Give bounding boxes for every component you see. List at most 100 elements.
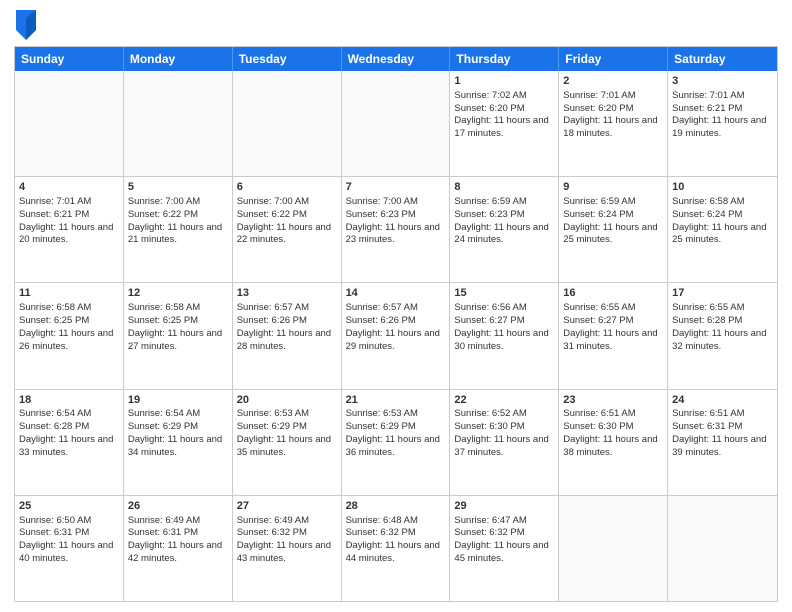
calendar-cell: [233, 71, 342, 176]
calendar-cell: 16Sunrise: 6:55 AM Sunset: 6:27 PM Dayli…: [559, 283, 668, 388]
calendar-cell: 1Sunrise: 7:02 AM Sunset: 6:20 PM Daylig…: [450, 71, 559, 176]
calendar: SundayMondayTuesdayWednesdayThursdayFrid…: [14, 46, 778, 602]
day-number: 12: [128, 286, 228, 301]
calendar-cell: 9Sunrise: 6:59 AM Sunset: 6:24 PM Daylig…: [559, 177, 668, 282]
calendar-cell: 4Sunrise: 7:01 AM Sunset: 6:21 PM Daylig…: [15, 177, 124, 282]
day-header-sunday: Sunday: [15, 47, 124, 71]
day-number: 6: [237, 180, 337, 195]
calendar-cell: 20Sunrise: 6:53 AM Sunset: 6:29 PM Dayli…: [233, 390, 342, 495]
day-info: Sunrise: 6:57 AM Sunset: 6:26 PM Dayligh…: [237, 302, 334, 351]
calendar-cell: 24Sunrise: 6:51 AM Sunset: 6:31 PM Dayli…: [668, 390, 777, 495]
calendar-cell: 27Sunrise: 6:49 AM Sunset: 6:32 PM Dayli…: [233, 496, 342, 601]
day-number: 15: [454, 286, 554, 301]
day-info: Sunrise: 6:50 AM Sunset: 6:31 PM Dayligh…: [19, 515, 116, 564]
day-number: 14: [346, 286, 446, 301]
calendar-cell: [668, 496, 777, 601]
calendar-cell: 6Sunrise: 7:00 AM Sunset: 6:22 PM Daylig…: [233, 177, 342, 282]
day-header-saturday: Saturday: [668, 47, 777, 71]
day-number: 7: [346, 180, 446, 195]
calendar-cell: [124, 71, 233, 176]
calendar-cell: 5Sunrise: 7:00 AM Sunset: 6:22 PM Daylig…: [124, 177, 233, 282]
day-number: 20: [237, 393, 337, 408]
day-info: Sunrise: 6:54 AM Sunset: 6:28 PM Dayligh…: [19, 408, 116, 457]
day-number: 5: [128, 180, 228, 195]
calendar-cell: 19Sunrise: 6:54 AM Sunset: 6:29 PM Dayli…: [124, 390, 233, 495]
day-number: 18: [19, 393, 119, 408]
day-info: Sunrise: 6:54 AM Sunset: 6:29 PM Dayligh…: [128, 408, 225, 457]
day-number: 9: [563, 180, 663, 195]
day-number: 3: [672, 74, 773, 89]
calendar-cell: [342, 71, 451, 176]
day-info: Sunrise: 7:01 AM Sunset: 6:21 PM Dayligh…: [672, 90, 769, 139]
day-info: Sunrise: 6:49 AM Sunset: 6:31 PM Dayligh…: [128, 515, 225, 564]
day-info: Sunrise: 7:00 AM Sunset: 6:22 PM Dayligh…: [237, 196, 334, 245]
calendar-cell: [15, 71, 124, 176]
calendar-cell: 8Sunrise: 6:59 AM Sunset: 6:23 PM Daylig…: [450, 177, 559, 282]
day-number: 23: [563, 393, 663, 408]
day-info: Sunrise: 6:58 AM Sunset: 6:24 PM Dayligh…: [672, 196, 769, 245]
day-info: Sunrise: 6:53 AM Sunset: 6:29 PM Dayligh…: [237, 408, 334, 457]
day-info: Sunrise: 6:47 AM Sunset: 6:32 PM Dayligh…: [454, 515, 551, 564]
calendar-cell: 26Sunrise: 6:49 AM Sunset: 6:31 PM Dayli…: [124, 496, 233, 601]
calendar-cell: 15Sunrise: 6:56 AM Sunset: 6:27 PM Dayli…: [450, 283, 559, 388]
day-info: Sunrise: 6:59 AM Sunset: 6:23 PM Dayligh…: [454, 196, 551, 245]
day-number: 13: [237, 286, 337, 301]
day-info: Sunrise: 6:55 AM Sunset: 6:27 PM Dayligh…: [563, 302, 660, 351]
calendar-cell: [559, 496, 668, 601]
day-number: 17: [672, 286, 773, 301]
calendar-cell: 12Sunrise: 6:58 AM Sunset: 6:25 PM Dayli…: [124, 283, 233, 388]
day-info: Sunrise: 7:00 AM Sunset: 6:23 PM Dayligh…: [346, 196, 443, 245]
calendar-row: 25Sunrise: 6:50 AM Sunset: 6:31 PM Dayli…: [15, 495, 777, 601]
day-number: 11: [19, 286, 119, 301]
day-info: Sunrise: 7:01 AM Sunset: 6:20 PM Dayligh…: [563, 90, 660, 139]
calendar-cell: 2Sunrise: 7:01 AM Sunset: 6:20 PM Daylig…: [559, 71, 668, 176]
day-info: Sunrise: 6:51 AM Sunset: 6:31 PM Dayligh…: [672, 408, 769, 457]
day-header-thursday: Thursday: [450, 47, 559, 71]
calendar-cell: 25Sunrise: 6:50 AM Sunset: 6:31 PM Dayli…: [15, 496, 124, 601]
day-number: 2: [563, 74, 663, 89]
header: [14, 10, 778, 40]
calendar-cell: 13Sunrise: 6:57 AM Sunset: 6:26 PM Dayli…: [233, 283, 342, 388]
day-number: 8: [454, 180, 554, 195]
calendar-body: 1Sunrise: 7:02 AM Sunset: 6:20 PM Daylig…: [15, 71, 777, 601]
day-info: Sunrise: 7:00 AM Sunset: 6:22 PM Dayligh…: [128, 196, 225, 245]
day-header-monday: Monday: [124, 47, 233, 71]
day-info: Sunrise: 6:53 AM Sunset: 6:29 PM Dayligh…: [346, 408, 443, 457]
day-header-wednesday: Wednesday: [342, 47, 451, 71]
day-info: Sunrise: 6:55 AM Sunset: 6:28 PM Dayligh…: [672, 302, 769, 351]
day-info: Sunrise: 6:52 AM Sunset: 6:30 PM Dayligh…: [454, 408, 551, 457]
day-number: 24: [672, 393, 773, 408]
day-info: Sunrise: 6:49 AM Sunset: 6:32 PM Dayligh…: [237, 515, 334, 564]
day-info: Sunrise: 6:58 AM Sunset: 6:25 PM Dayligh…: [19, 302, 116, 351]
calendar-cell: 23Sunrise: 6:51 AM Sunset: 6:30 PM Dayli…: [559, 390, 668, 495]
day-number: 16: [563, 286, 663, 301]
day-info: Sunrise: 6:59 AM Sunset: 6:24 PM Dayligh…: [563, 196, 660, 245]
calendar-cell: 10Sunrise: 6:58 AM Sunset: 6:24 PM Dayli…: [668, 177, 777, 282]
day-header-friday: Friday: [559, 47, 668, 71]
calendar-cell: 29Sunrise: 6:47 AM Sunset: 6:32 PM Dayli…: [450, 496, 559, 601]
calendar-cell: 18Sunrise: 6:54 AM Sunset: 6:28 PM Dayli…: [15, 390, 124, 495]
day-number: 19: [128, 393, 228, 408]
day-info: Sunrise: 7:02 AM Sunset: 6:20 PM Dayligh…: [454, 90, 551, 139]
day-number: 29: [454, 499, 554, 514]
calendar-cell: 11Sunrise: 6:58 AM Sunset: 6:25 PM Dayli…: [15, 283, 124, 388]
calendar-cell: 3Sunrise: 7:01 AM Sunset: 6:21 PM Daylig…: [668, 71, 777, 176]
day-number: 27: [237, 499, 337, 514]
page: SundayMondayTuesdayWednesdayThursdayFrid…: [0, 0, 792, 612]
day-number: 21: [346, 393, 446, 408]
calendar-row: 4Sunrise: 7:01 AM Sunset: 6:21 PM Daylig…: [15, 176, 777, 282]
calendar-cell: 7Sunrise: 7:00 AM Sunset: 6:23 PM Daylig…: [342, 177, 451, 282]
day-number: 4: [19, 180, 119, 195]
day-info: Sunrise: 6:48 AM Sunset: 6:32 PM Dayligh…: [346, 515, 443, 564]
day-info: Sunrise: 6:57 AM Sunset: 6:26 PM Dayligh…: [346, 302, 443, 351]
calendar-cell: 14Sunrise: 6:57 AM Sunset: 6:26 PM Dayli…: [342, 283, 451, 388]
day-number: 10: [672, 180, 773, 195]
calendar-cell: 17Sunrise: 6:55 AM Sunset: 6:28 PM Dayli…: [668, 283, 777, 388]
calendar-row: 18Sunrise: 6:54 AM Sunset: 6:28 PM Dayli…: [15, 389, 777, 495]
day-number: 1: [454, 74, 554, 89]
day-info: Sunrise: 7:01 AM Sunset: 6:21 PM Dayligh…: [19, 196, 116, 245]
day-number: 28: [346, 499, 446, 514]
day-info: Sunrise: 6:58 AM Sunset: 6:25 PM Dayligh…: [128, 302, 225, 351]
calendar-row: 1Sunrise: 7:02 AM Sunset: 6:20 PM Daylig…: [15, 71, 777, 176]
calendar-header: SundayMondayTuesdayWednesdayThursdayFrid…: [15, 47, 777, 71]
